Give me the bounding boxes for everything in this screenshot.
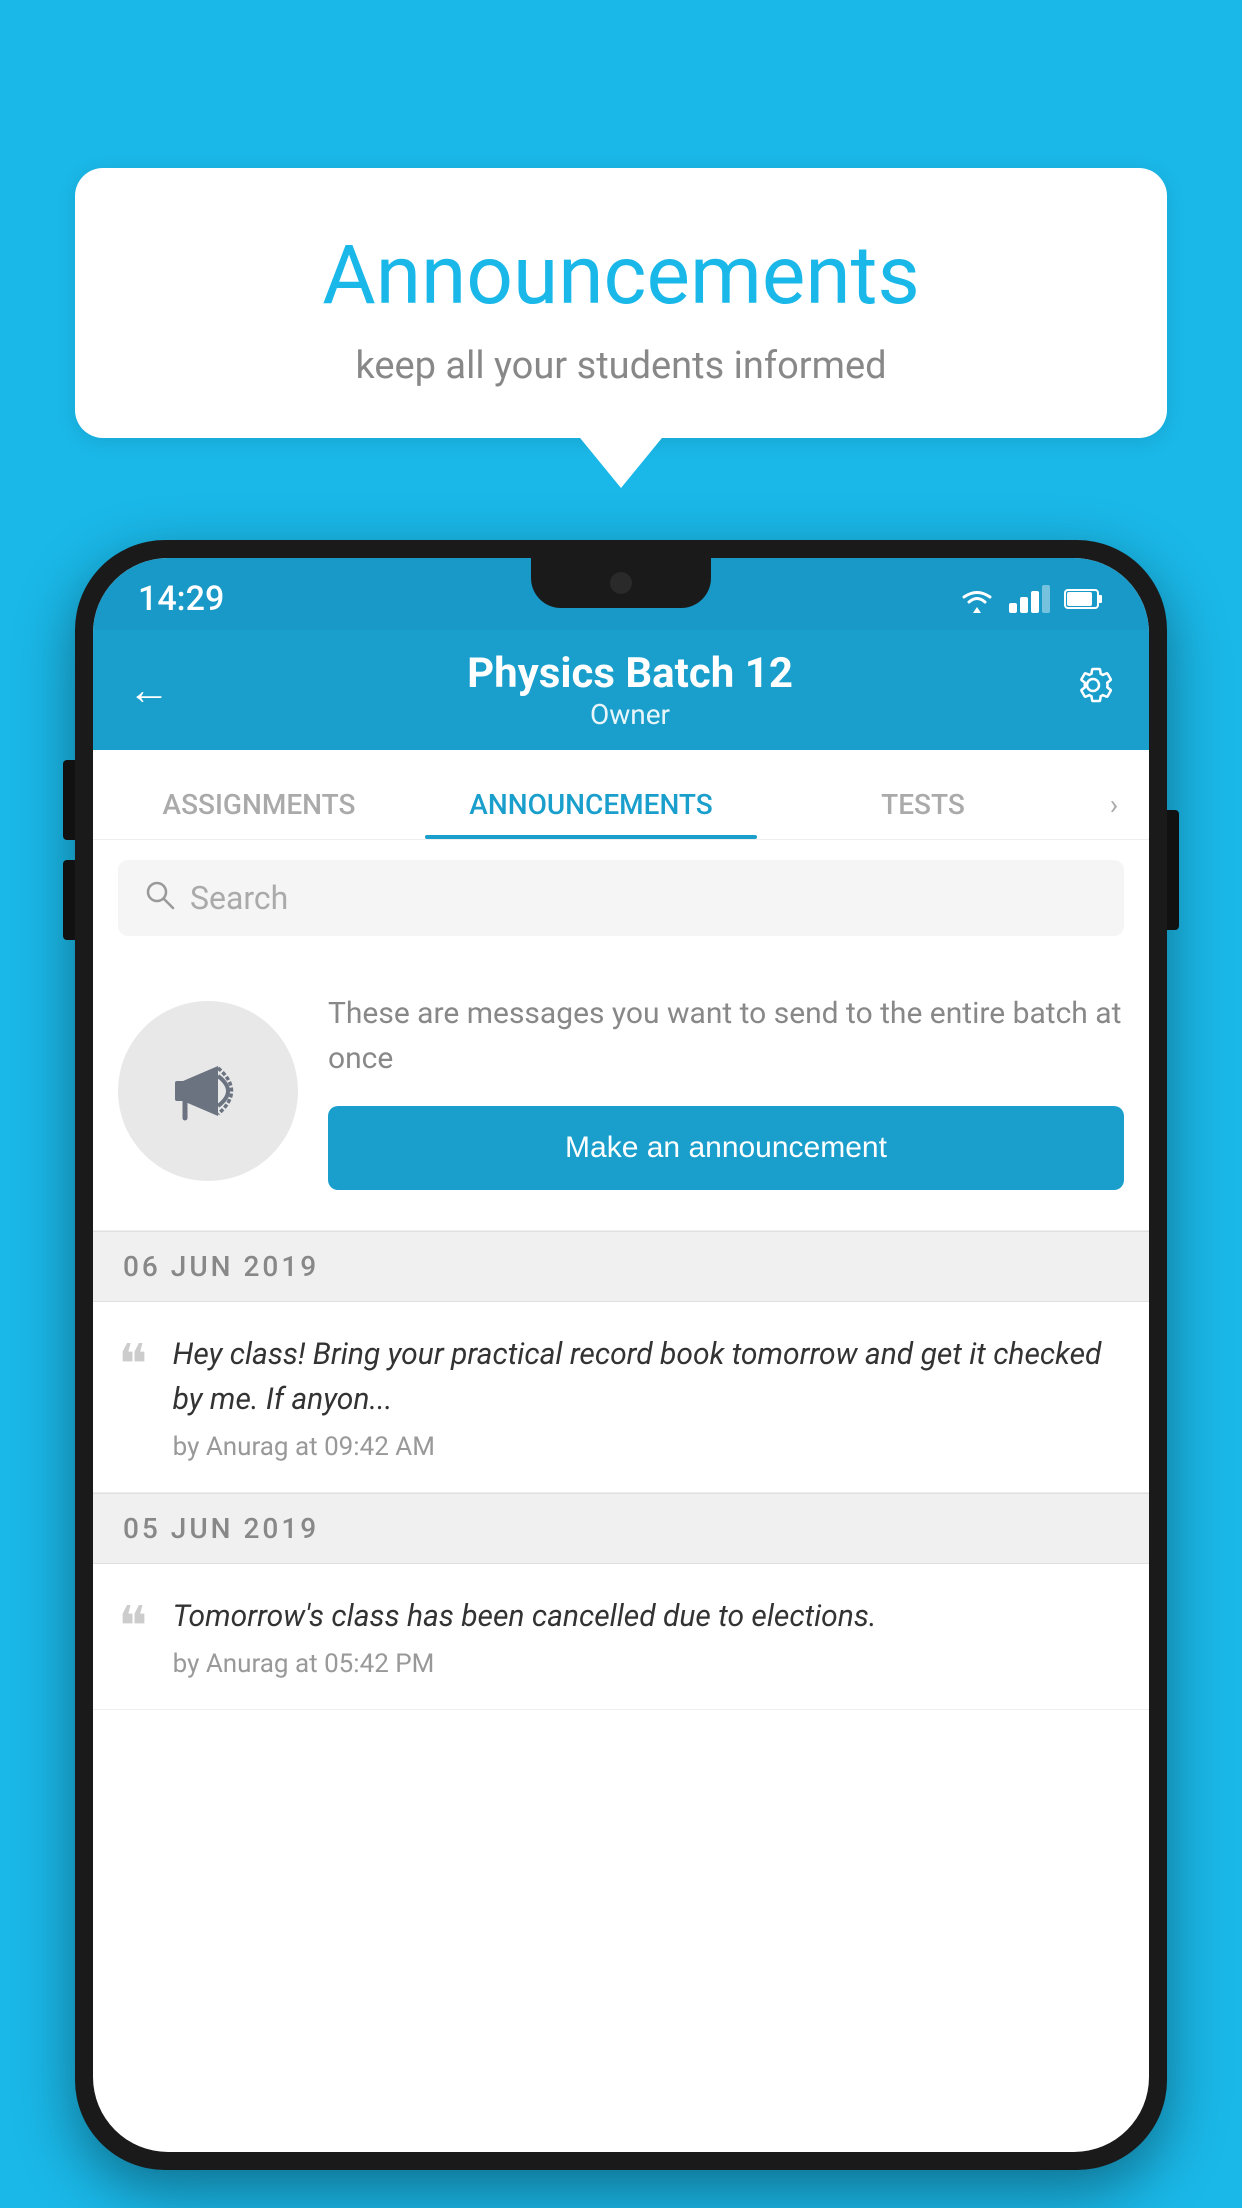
- status-icons: [959, 585, 1104, 613]
- side-button-left2: [63, 860, 75, 940]
- date-divider-2: 05 JUN 2019: [93, 1493, 1149, 1564]
- side-button-left: [63, 760, 75, 840]
- signal-bars-icon: [1009, 585, 1050, 613]
- announcement-content-2: Tomorrow's class has been cancelled due …: [173, 1594, 1124, 1679]
- settings-button[interactable]: [1072, 664, 1114, 716]
- header-center: Physics Batch 12 Owner: [188, 649, 1072, 731]
- promo-card: These are messages you want to send to t…: [93, 956, 1149, 1231]
- announcement-item-2: ❝ Tomorrow's class has been cancelled du…: [93, 1564, 1149, 1710]
- tabs-bar: ASSIGNMENTS ANNOUNCEMENTS TESTS ›: [93, 750, 1149, 840]
- side-button-right: [1167, 810, 1179, 930]
- speech-bubble: Announcements keep all your students inf…: [75, 168, 1167, 438]
- back-button[interactable]: ←: [128, 666, 188, 715]
- phone-notch: [531, 558, 711, 608]
- search-placeholder: Search: [190, 879, 288, 917]
- bubble-title: Announcements: [125, 228, 1117, 324]
- status-time: 14:29: [138, 579, 224, 619]
- phone-container: 14:29: [75, 540, 1167, 2208]
- search-icon: [143, 878, 175, 918]
- promo-icon-circle: [118, 1001, 298, 1181]
- tab-announcements[interactable]: ANNOUNCEMENTS: [425, 750, 757, 839]
- announcement-item-1: ❝ Hey class! Bring your practical record…: [93, 1302, 1149, 1493]
- search-bar[interactable]: Search: [118, 860, 1124, 936]
- camera-dot: [610, 572, 632, 594]
- bubble-subtitle: keep all your students informed: [125, 344, 1117, 388]
- promo-description: These are messages you want to send to t…: [328, 991, 1124, 1081]
- header-subtitle: Owner: [188, 698, 1072, 731]
- quote-icon-2: ❝: [118, 1599, 148, 1679]
- phone-outer: 14:29: [75, 540, 1167, 2170]
- announcement-author-2: by Anurag at 05:42 PM: [173, 1649, 1124, 1679]
- make-announcement-button[interactable]: Make an announcement: [328, 1106, 1124, 1190]
- phone-screen: 14:29: [93, 558, 1149, 2152]
- search-container: Search: [93, 840, 1149, 956]
- announcement-text-1: Hey class! Bring your practical record b…: [173, 1332, 1124, 1422]
- wifi-icon: [959, 585, 995, 613]
- tab-more[interactable]: ›: [1089, 788, 1149, 839]
- promo-right: These are messages you want to send to t…: [328, 991, 1124, 1190]
- tab-assignments[interactable]: ASSIGNMENTS: [93, 750, 425, 839]
- battery-icon: [1064, 588, 1104, 610]
- quote-icon-1: ❝: [118, 1337, 148, 1462]
- announcement-author-1: by Anurag at 09:42 AM: [173, 1432, 1124, 1462]
- megaphone-icon: [163, 1046, 253, 1136]
- announcement-content-1: Hey class! Bring your practical record b…: [173, 1332, 1124, 1462]
- app-header: ← Physics Batch 12 Owner: [93, 630, 1149, 750]
- date-divider-1: 06 JUN 2019: [93, 1231, 1149, 1302]
- header-title: Physics Batch 12: [188, 649, 1072, 698]
- tab-tests[interactable]: TESTS: [757, 750, 1089, 839]
- announcement-text-2: Tomorrow's class has been cancelled due …: [173, 1594, 1124, 1639]
